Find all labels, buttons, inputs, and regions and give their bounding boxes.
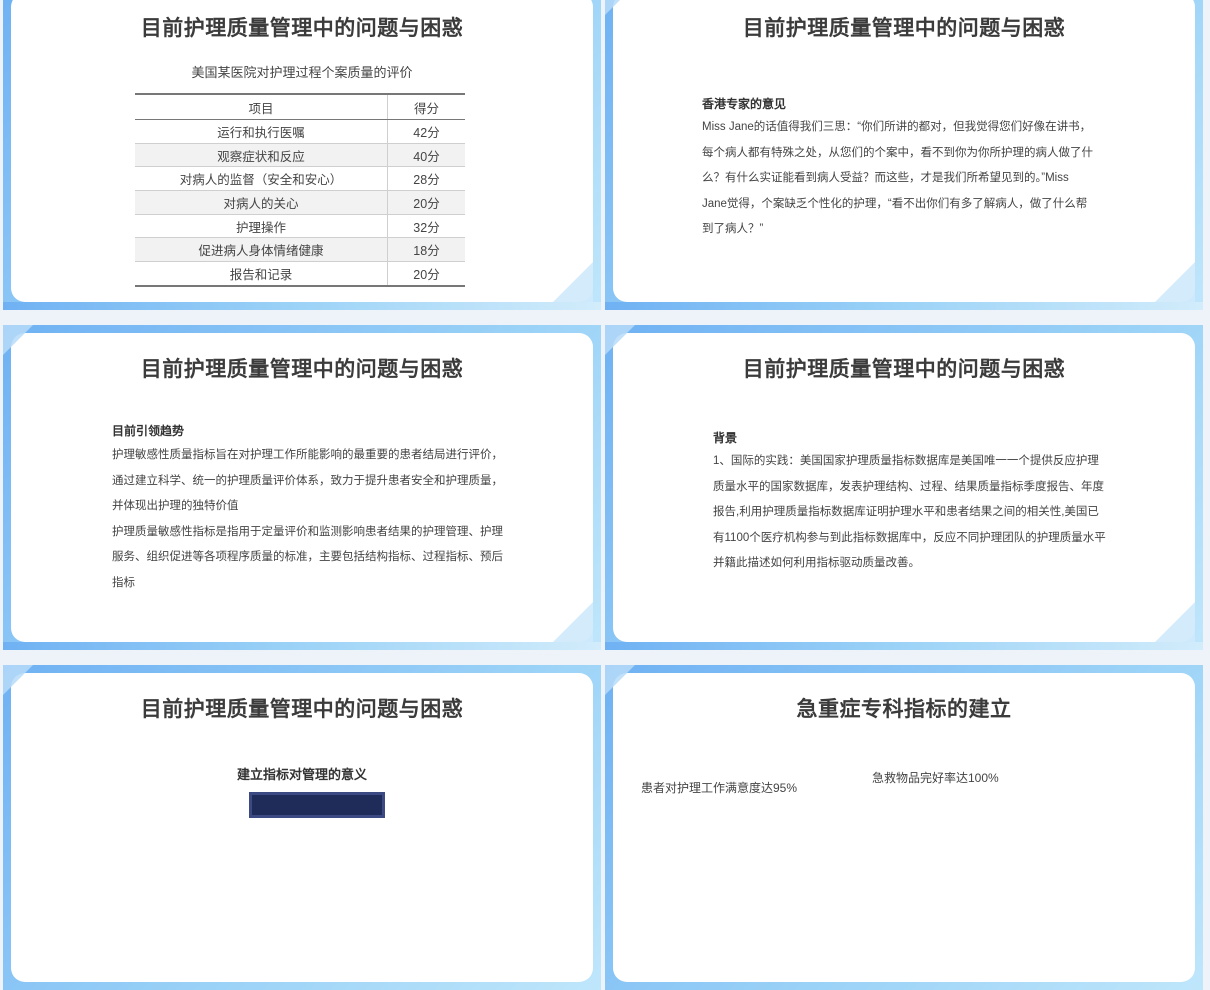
table-row: 报告和记录 20分 — [135, 261, 465, 286]
indicator-item: 急救物品完好率达100% — [872, 771, 999, 785]
section-heading: 香港专家的意见 — [702, 97, 787, 111]
table-cell: 报告和记录 — [135, 261, 388, 286]
evaluation-table: 项目 得分 运行和执行医嘱 42分 观察症状和反应 40分 对病人的监督（安全和安心… — [135, 93, 465, 287]
table-cell: 40分 — [387, 142, 465, 167]
paragraph-line: 报告,利用护理质量指标数据库证明护理水平和患者结果之间的相关性,美国已 — [713, 506, 1099, 519]
table-caption: 美国某医院对护理过程个案质量的评价 — [191, 65, 413, 80]
paragraph-line: 通过建立科学、统一的护理质量评价体系，致力于提升患者安全和护理质量， — [112, 474, 503, 487]
corner-decoration — [605, 665, 635, 695]
table-cell: 28分 — [387, 166, 465, 191]
slide-title: 目前护理质量管理中的问题与困惑 — [742, 358, 1066, 381]
slide-bottom-bar — [3, 302, 601, 310]
slide-2[interactable]: 目前护理质量管理中的问题与困惑 香港专家的意见 Miss Jane的话值得我们三… — [605, 0, 1203, 310]
table-cell: 对病人的监督（安全和安心） — [135, 166, 388, 191]
table-cell: 护理操作 — [135, 213, 388, 238]
paragraph-line: 并籍此描述如何利用指标驱动质量改善。 — [713, 557, 920, 570]
paragraph-line: 护理敏感性质量指标旨在对护理工作所能影响的最重要的患者结局进行评价， — [112, 449, 503, 461]
slide-3[interactable]: 目前护理质量管理中的问题与困惑 目前引领趋势 护理敏感性质量指标旨在对护理工作所… — [3, 325, 601, 650]
paragraph-line: Jane觉得，个案缺乏个性化的护理，“看不出你们有多了解病人，做了什么帮 — [702, 197, 1088, 210]
paragraph-line: Miss Jane的话值得我们三思：“你们所讲的都对，但我觉得您们好像在讲书， — [702, 121, 1092, 133]
slide-bottom-bar — [605, 642, 1203, 650]
table-row: 运行和执行医嘱 42分 — [135, 119, 465, 144]
paragraph-line: 到了病人？” — [702, 223, 764, 236]
table-header-item: 项目 — [135, 94, 388, 120]
table-row: 对病人的监督（安全和安心） 28分 — [135, 166, 465, 191]
table-cell: 对病人的关心 — [135, 190, 388, 215]
slide-title: 目前护理质量管理中的问题与困惑 — [140, 358, 464, 381]
table-header-score: 得分 — [387, 94, 465, 120]
paragraph-line: 并体现出护理的独特价值 — [112, 500, 239, 513]
table-row: 护理操作 32分 — [135, 213, 465, 238]
paragraph-line: 么？有什么实证能看到病人受益？而这些，才是我们所希望见到的。”Miss — [702, 172, 1069, 185]
paragraph: Miss Jane的话值得我们三思：“你们所讲的都对，但我觉得您们好像在讲书， … — [702, 115, 1172, 243]
table-row: 促进病人身体情绪健康 18分 — [135, 237, 465, 262]
table-cell: 观察症状和反应 — [135, 142, 388, 167]
slide-1[interactable]: 目前护理质量管理中的问题与困惑 美国某医院对护理过程个案质量的评价 项目 得分 … — [3, 0, 601, 310]
slide-title: 目前护理质量管理中的问题与困惑 — [140, 698, 464, 721]
section-heading: 建立指标对管理的意义 — [236, 767, 367, 782]
indicator-item: 患者对护理工作满意度达95% — [641, 781, 798, 795]
paragraph-line: 服务、组织促进等各项程序质量的标准，主要包括结构指标、过程指标、预后 — [112, 551, 503, 564]
corner-decoration — [3, 665, 33, 695]
table-cell: 32分 — [387, 213, 465, 238]
paragraph: 1、国际的实践：美国国家护理质量指标数据库是美国唯一一个提供反应护理 质量水平的… — [713, 449, 1193, 577]
table-cell: 18分 — [387, 237, 465, 262]
slide-6[interactable]: 急重症专科指标的建立 患者对护理工作满意度达95% 急救物品完好率达100% — [605, 665, 1203, 990]
paragraph: 护理敏感性质量指标旨在对护理工作所能影响的最重要的患者结局进行评价， 通过建立科… — [112, 443, 592, 597]
table-row: 对病人的关心 20分 — [135, 190, 465, 215]
corner-decoration — [553, 602, 593, 642]
table-cell: 42分 — [387, 119, 465, 144]
slide-bottom-bar — [605, 302, 1203, 310]
corner-decoration — [1155, 602, 1195, 642]
paragraph-line: 指标 — [112, 576, 135, 589]
paragraph-line: 有1100个医疗机构参与到此指标数据库中，反应不同护理团队的护理质量水平 — [713, 531, 1106, 544]
paragraph-line: 护理质量敏感性指标是指用于定量评价和监测影响患者结果的护理管理、护理 — [112, 525, 503, 538]
table-row: 观察症状和反应 40分 — [135, 142, 465, 167]
section-heading: 背景 — [713, 431, 738, 445]
corner-decoration — [553, 262, 593, 302]
paragraph-line: 1、国际的实践：美国国家护理质量指标数据库是美国唯一一个提供反应护理 — [713, 455, 1099, 467]
paragraph-line: 质量水平的国家数据库，发表护理结构、过程、结果质量指标季度报告、年度 — [713, 480, 1104, 493]
corner-decoration — [605, 325, 635, 355]
slide-5[interactable]: 目前护理质量管理中的问题与困惑 建立指标对管理的意义 — [3, 665, 601, 990]
corner-decoration — [1155, 262, 1195, 302]
corner-decoration — [3, 325, 33, 355]
table-cell: 促进病人身体情绪健康 — [135, 237, 388, 262]
slide-title: 目前护理质量管理中的问题与困惑 — [742, 17, 1066, 40]
table-cell: 运行和执行医嘱 — [135, 119, 388, 144]
table-cell: 20分 — [387, 261, 465, 286]
slide-title: 急重症专科指标的建立 — [796, 698, 1012, 721]
slide-4[interactable]: 目前护理质量管理中的问题与困惑 背景 1、国际的实践：美国国家护理质量指标数据库… — [605, 325, 1203, 650]
slide-title: 目前护理质量管理中的问题与困惑 — [140, 17, 464, 40]
diagram-image — [249, 792, 385, 818]
section-heading: 目前引领趋势 — [112, 424, 185, 438]
table-cell: 20分 — [387, 190, 465, 215]
paragraph-line: 每个病人都有特殊之处，从您们的个案中，看不到你为你所护理的病人做了什 — [702, 146, 1093, 159]
slide-bottom-bar — [3, 642, 601, 650]
